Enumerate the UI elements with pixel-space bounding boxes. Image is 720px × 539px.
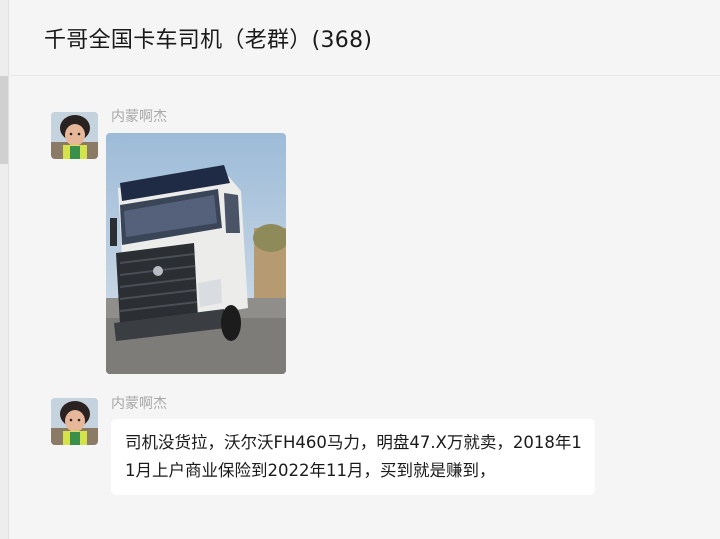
child-portrait-avatar-icon[interactable]: [51, 112, 98, 159]
scrollbar-thumb[interactable]: [0, 76, 8, 164]
left-panel-edge: [0, 0, 9, 539]
sender-name: 内蒙啊杰: [111, 396, 167, 412]
chat-title: 千哥全国卡车司机（老群）(368): [44, 27, 373, 53]
chat-header: 千哥全国卡车司机（老群）(368): [10, 0, 720, 76]
white-volvo-truck-photo-icon[interactable]: [106, 133, 286, 374]
message-bubble[interactable]: 司机没货拉，沃尔沃FH460马力，明盘47.X万就卖，2018年11月上户商业保…: [111, 419, 595, 495]
child-portrait-avatar-icon[interactable]: [51, 398, 98, 445]
sender-name: 内蒙啊杰: [111, 109, 167, 125]
